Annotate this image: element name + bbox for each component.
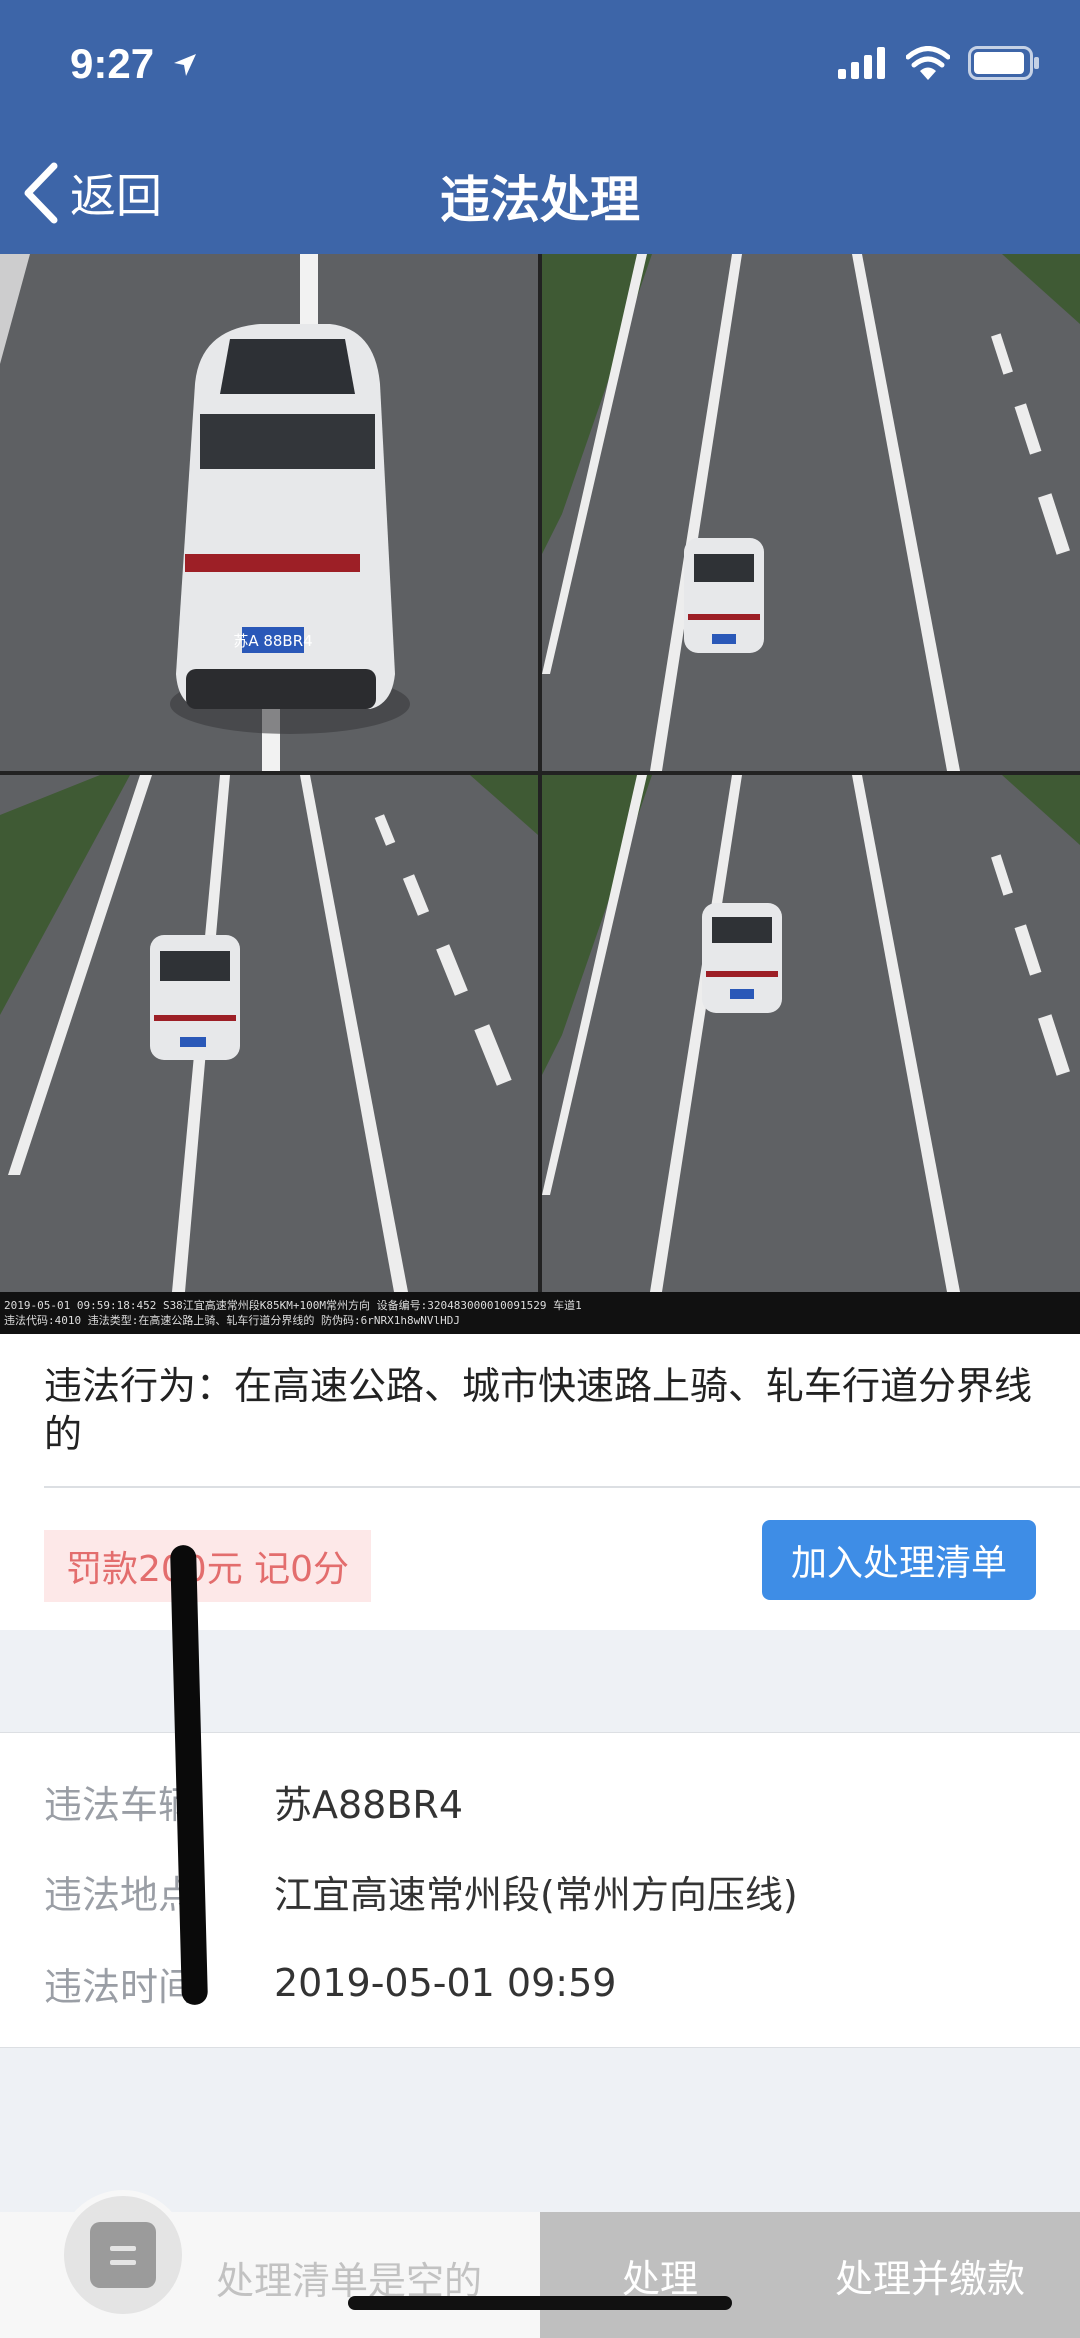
page-title: 违法处理: [440, 171, 640, 229]
violation-photo-2[interactable]: [542, 254, 1080, 771]
detail-row-time: 违法时间 2019-05-01 09:59: [44, 1953, 616, 2013]
violation-photo-3-image: [0, 775, 538, 1292]
detail-label-location: 违法地点: [44, 1872, 197, 1917]
photo-caption-line-1: 2019-05-01 09:59:18:452 S38江宜高速常州段K85KM+…: [4, 1299, 582, 1312]
violation-photo-1-image: 苏A 88BR4: [0, 254, 538, 771]
location-arrow-icon: [174, 54, 196, 76]
navigation-bar: 返回 违法处理: [0, 130, 1080, 254]
detail-row-vehicle: 违法车辆 苏A88BR4: [44, 1771, 463, 1831]
home-indicator: [348, 2296, 732, 2310]
violation-photo-4-image: [542, 775, 1080, 1292]
violation-card: 违法行为：在高速公路、城市快速路上骑、轧车行道分界线的 罚款200元 记0分 加…: [0, 1334, 1080, 1630]
process-list-button[interactable]: [58, 2190, 188, 2320]
list-icon: [90, 2222, 156, 2288]
detail-row-location: 违法地点 江宜高速常州段(常州方向压线): [44, 1861, 798, 1921]
photo-caption: 2019-05-01 09:59:18:452 S38江宜高速常州段K85KM+…: [0, 1292, 1080, 1336]
bottom-action-bar: 处理清单是空的 处理 处理并缴款: [0, 2190, 1080, 2338]
violation-photo-1[interactable]: 苏A 88BR4: [0, 254, 538, 771]
violation-photo-4[interactable]: [542, 775, 1080, 1292]
violation-photo-2-image: [542, 254, 1080, 771]
violation-description: 违法行为：在高速公路、城市快速路上骑、轧车行道分界线的: [44, 1364, 1033, 1456]
detail-value-vehicle: 苏A88BR4: [274, 1782, 463, 1827]
divider: [44, 1486, 1080, 1488]
detail-value-time: 2019-05-01 09:59: [274, 1961, 617, 2005]
add-to-list-button[interactable]: 加入处理清单: [762, 1520, 1036, 1600]
status-bar: 9:27: [0, 0, 1080, 130]
status-icons: [838, 46, 1040, 80]
wifi-icon: [906, 46, 950, 80]
violation-photo-3[interactable]: [0, 775, 538, 1292]
photo-caption-line-2: 违法代码:4010 违法类型:在高速公路上骑、轧车行道分界线的 防伪码:6rNR…: [4, 1314, 460, 1327]
details-card: 违法车辆 苏A88BR4 违法地点 江宜高速常州段(常州方向压线) 违法时间 2…: [0, 1732, 1080, 2048]
status-time: 9:27: [70, 40, 155, 87]
fine-badge: 罚款200元 记0分: [44, 1530, 372, 1602]
process-and-pay-button[interactable]: 处理并缴款: [780, 2212, 1080, 2338]
battery-icon: [968, 46, 1039, 80]
detail-value-location: 江宜高速常州段(常州方向压线): [274, 1872, 798, 1917]
process-button[interactable]: 处理: [540, 2212, 780, 2338]
detail-label-vehicle: 违法车辆: [44, 1782, 197, 1827]
violation-photos: 苏A 88BR4 2019-05-01 09:59:18:452 S38江宜高速…: [0, 254, 1080, 1336]
photo-1-plate: 苏A 88BR4: [233, 632, 312, 650]
cellular-signal-icon: [838, 47, 885, 79]
detail-label-time: 违法时间: [44, 1964, 197, 2009]
